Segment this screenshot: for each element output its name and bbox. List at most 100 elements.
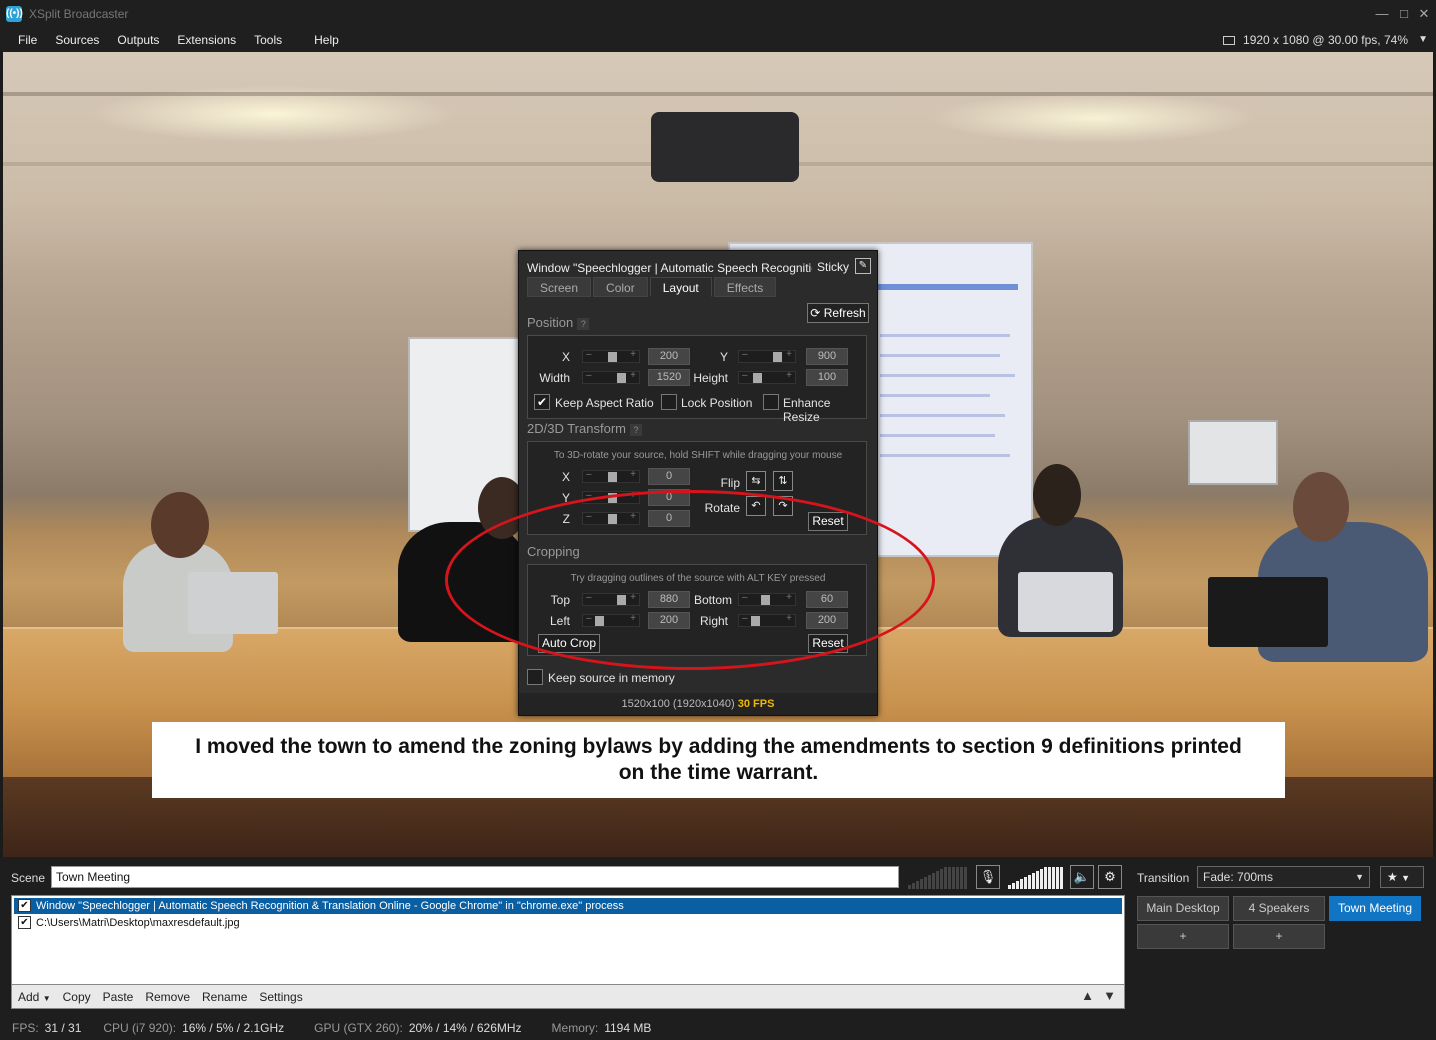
tab-color[interactable]: Color — [593, 277, 648, 297]
remove-source-button[interactable]: Remove — [139, 990, 196, 1004]
move-down-icon[interactable]: ▼ — [1103, 988, 1116, 1003]
memory-label: Memory: — [551, 1021, 599, 1035]
chevron-down-icon: ▼ — [1401, 873, 1411, 883]
add-source-button[interactable]: Add ▼ — [12, 990, 57, 1004]
menu-outputs[interactable]: Outputs — [108, 28, 168, 52]
rot-x-input[interactable]: 0 — [648, 468, 690, 485]
source-label: Window "Speechlogger | Automatic Speech … — [36, 900, 624, 912]
rot-x-label: X — [561, 470, 570, 484]
menu-bar: File Sources Outputs Extensions Tools He… — [0, 28, 1436, 52]
speaker-icon[interactable]: 🔈 — [1070, 865, 1094, 889]
gpu-label: GPU (GTX 260): — [314, 1021, 403, 1035]
width-label: Width — [539, 371, 570, 385]
refresh-label: Refresh — [823, 306, 866, 320]
tab-screen[interactable]: Screen — [527, 277, 592, 297]
dialog-tabs: Screen Color Layout Effects — [527, 277, 778, 297]
scene-button-main-desktop[interactable]: Main Desktop — [1137, 896, 1229, 921]
menu-help[interactable]: Help — [305, 28, 348, 52]
scene-button-town-meeting[interactable]: Town Meeting — [1329, 896, 1421, 921]
mic-muted-icon[interactable]: 🎙 — [976, 865, 1000, 889]
menu-file[interactable]: File — [9, 28, 46, 52]
flip-vertical-icon[interactable]: ⇅ — [773, 471, 793, 491]
menu-extensions[interactable]: Extensions — [168, 28, 245, 52]
menu-sources[interactable]: Sources — [46, 28, 108, 52]
enhance-resize-label: Enhance Resize — [783, 396, 831, 424]
lock-position-checkbox[interactable] — [661, 394, 677, 410]
source-visible-checkbox[interactable]: ✔ — [18, 899, 31, 912]
menu-tools[interactable]: Tools — [245, 28, 291, 52]
lock-position-label: Lock Position — [681, 396, 753, 410]
refresh-button[interactable]: ⟳ Refresh — [807, 303, 869, 323]
y-input[interactable]: 900 — [806, 348, 848, 365]
star-plus-icon: ★ — [1387, 870, 1398, 884]
title-bar: ((•)) XSplit Broadcaster — □ ✕ — [0, 0, 1436, 28]
rot-x-slider[interactable]: – + — [582, 469, 640, 483]
source-fps: 30 FPS — [737, 698, 775, 710]
dialog-title: Window "Speechlogger | Automatic Speech … — [527, 261, 812, 275]
source-item[interactable]: ✔ C:\Users\Matri\Desktop\maxresdefault.j… — [14, 915, 1122, 931]
width-input[interactable]: 1520 — [648, 369, 690, 386]
enhance-resize-checkbox[interactable] — [763, 394, 779, 410]
transition-select[interactable]: Fade: 700ms ▼ — [1197, 866, 1370, 888]
transform-section-label: 2D/3D Transform? — [527, 421, 642, 436]
keep-memory-checkbox[interactable] — [527, 669, 543, 685]
help-icon[interactable]: ? — [577, 317, 590, 330]
height-input[interactable]: 100 — [806, 369, 848, 386]
projector-image — [651, 112, 799, 182]
memory-value: 1194 MB — [604, 1021, 652, 1035]
speaker-level-meter[interactable] — [1008, 867, 1064, 889]
scene-button-4-speakers[interactable]: 4 Speakers — [1233, 896, 1325, 921]
status-bar: FPS: 31 / 31 CPU (i7 920): 16% / 5% / 2.… — [0, 1016, 1436, 1040]
flip-horizontal-icon[interactable]: ⇆ — [746, 471, 766, 491]
paste-source-button[interactable]: Paste — [97, 990, 140, 1004]
person-image — [1033, 464, 1081, 526]
resolution-selector[interactable]: 1920 x 1080 @ 30.00 fps, 74% — [1223, 28, 1408, 52]
gpu-value: 20% / 14% / 626MHz — [408, 1021, 522, 1035]
mic-level-meter[interactable] — [908, 867, 968, 889]
transition-label: Transition — [1137, 871, 1190, 885]
window-title: XSplit Broadcaster — [29, 7, 129, 21]
keep-memory-label: Keep source in memory — [548, 671, 675, 685]
dialog-status-bar: 1520x100 (1920x1040) 30 FPS — [519, 693, 877, 715]
tab-effects[interactable]: Effects — [713, 277, 777, 297]
ceiling-beam — [3, 92, 1433, 96]
refresh-icon: ⟳ — [810, 306, 821, 320]
transition-value: Fade: 700ms — [1203, 870, 1274, 884]
source-list: ✔ Window "Speechlogger | Automatic Speec… — [11, 895, 1125, 985]
settings-source-button[interactable]: Settings — [253, 990, 308, 1004]
x-input[interactable]: 200 — [648, 348, 690, 365]
height-label: Height — [693, 371, 728, 385]
copy-source-button[interactable]: Copy — [57, 990, 97, 1004]
keep-aspect-checkbox[interactable]: ✔ — [534, 394, 550, 410]
x-slider[interactable]: – + — [582, 349, 640, 363]
position-section-label: Position? — [527, 315, 590, 330]
y-slider[interactable]: – + — [738, 349, 796, 363]
source-visible-checkbox[interactable]: ✔ — [18, 916, 31, 929]
add-transition-button[interactable]: ★ ▼ — [1380, 866, 1424, 888]
pin-icon[interactable]: ✎ — [855, 258, 871, 274]
width-slider[interactable]: – + — [582, 370, 640, 384]
gear-icon[interactable]: ⚙ — [1098, 865, 1122, 889]
fps-value: 31 / 31 — [44, 1021, 82, 1035]
chevron-down-icon[interactable]: ▼ — [1418, 28, 1428, 52]
tab-layout[interactable]: Layout — [649, 277, 712, 297]
source-item[interactable]: ✔ Window "Speechlogger | Automatic Speec… — [14, 898, 1122, 914]
caption-text: I moved the town to amend the zoning byl… — [152, 722, 1285, 798]
move-up-icon[interactable]: ▲ — [1081, 988, 1094, 1003]
height-slider[interactable]: – + — [738, 370, 796, 384]
help-icon[interactable]: ? — [629, 423, 642, 436]
minimize-icon[interactable]: — — [1372, 4, 1392, 24]
add-scene-button[interactable]: + — [1233, 924, 1325, 949]
close-icon[interactable]: ✕ — [1414, 4, 1434, 24]
resolution-text: 1920 x 1080 @ 30.00 fps, 74% — [1243, 33, 1408, 47]
person-image — [1293, 472, 1349, 542]
add-scene-button[interactable]: + — [1137, 924, 1229, 949]
maximize-icon[interactable]: □ — [1394, 4, 1414, 24]
source-label: C:\Users\Matri\Desktop\maxresdefault.jpg — [36, 917, 240, 929]
rename-source-button[interactable]: Rename — [196, 990, 253, 1004]
sticky-label: Sticky — [816, 260, 849, 274]
cpu-value: 16% / 5% / 2.1GHz — [182, 1021, 285, 1035]
broadcast-icon: ((•)) — [6, 6, 23, 22]
scene-name-input[interactable]: Town Meeting — [51, 866, 899, 888]
x-label: X — [561, 350, 570, 364]
